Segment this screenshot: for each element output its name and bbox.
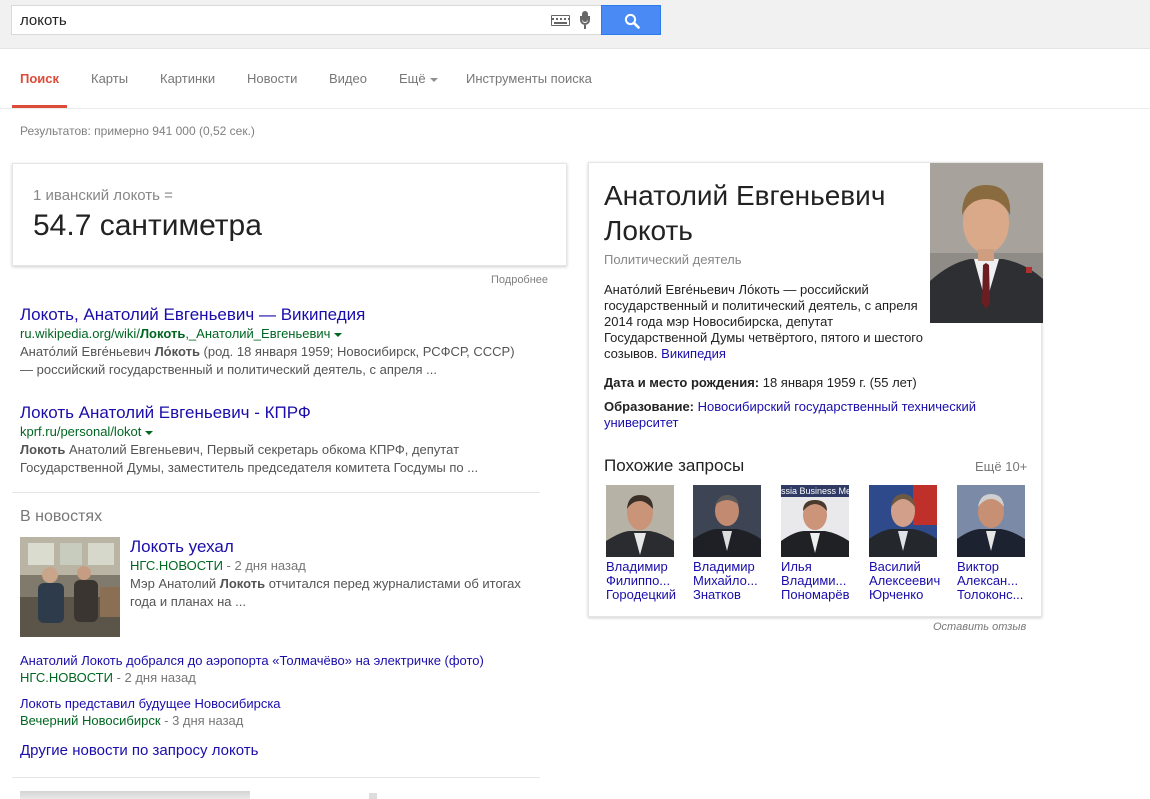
result-url[interactable]: ru.wikipedia.org/wiki/Локоть,_Анатолий_Е… <box>20 325 540 343</box>
news-item-time: - 2 дня назад <box>112 670 196 685</box>
related-person[interactable]: Виктор Алексан... Толоконс... <box>957 485 1029 602</box>
tab-more-label: Ещё <box>399 71 426 86</box>
news-thumbnail[interactable] <box>20 537 120 637</box>
related-person[interactable]: ssia Business Mee Илья Владими... Пономарё… <box>781 485 853 602</box>
portrait-photo <box>930 163 1043 323</box>
kp-description: Анато́лий Евге́ньевич Ло́коть — российск… <box>604 282 923 361</box>
news-item-link[interactable]: Анатолий Локоть добрался до аэропорта «Т… <box>20 653 484 668</box>
related-person-name: Владимир Филиппо... Городецкий <box>606 560 677 602</box>
kp-portrait-image[interactable] <box>930 163 1043 323</box>
microphone-icon[interactable] <box>580 11 590 30</box>
news-heading: В новостях <box>20 508 103 525</box>
kp-fact-education: Образование: Новосибирский государственн… <box>604 399 976 430</box>
knowledge-panel: Анатолий Евгеньевич Локоть Политический д… <box>588 162 1043 617</box>
active-tab-indicator <box>12 105 67 108</box>
related-person-photo: ssia Business Mee <box>781 485 849 557</box>
related-person-name: Виктор Алексан... Толоконс... <box>957 560 1024 602</box>
tab-images[interactable]: Картинки <box>160 71 215 86</box>
result-stats: Результатов: примерно 941 000 (0,52 сек.… <box>20 124 255 138</box>
news-photo-image <box>20 537 120 637</box>
news-item-source: НГС.НОВОСТИ <box>20 670 113 685</box>
tab-maps[interactable]: Карты <box>91 71 128 86</box>
related-person-photo <box>957 485 1025 557</box>
clipped-content <box>369 793 377 799</box>
news-title-link[interactable]: Локоть уехал <box>130 537 540 557</box>
wikipedia-link[interactable]: Википедия <box>661 346 726 361</box>
news-item: Анатолий Локоть добрался до аэропорта «Т… <box>20 652 484 686</box>
tab-search-tools[interactable]: Инструменты поиска <box>466 71 592 86</box>
top-bar <box>0 0 1150 49</box>
divider <box>12 492 540 493</box>
search-button[interactable] <box>601 5 661 35</box>
tab-video[interactable]: Видео <box>329 71 367 86</box>
search-box <box>11 5 601 35</box>
search-result: Локоть Анатолий Евгеньевич - КПРФ kprf.r… <box>20 403 540 477</box>
divider <box>12 777 540 778</box>
related-person-photo <box>606 485 674 557</box>
conversion-answer: 54.7 сантиметра <box>33 209 262 242</box>
news-main-item: Локоть уехал НГС.НОВОСТИ - 2 дня назад М… <box>130 537 540 611</box>
related-person-photo <box>693 485 761 557</box>
news-item-link[interactable]: Локоть представил будущее Новосибирска <box>20 696 281 711</box>
chevron-down-icon[interactable] <box>145 430 154 435</box>
news-item-source: Вечерний Новосибирск <box>20 713 161 728</box>
photo-banner-text: ssia Business Mee <box>781 486 849 496</box>
news-item: Локоть представил будущее Новосибирска В… <box>20 695 281 729</box>
related-person[interactable]: Василий Алексеевич Юрченко <box>869 485 941 602</box>
related-person-name: Василий Алексеевич Юрченко <box>869 560 941 602</box>
kp-fact-birth: Дата и место рождения: 18 января 1959 г.… <box>604 375 917 390</box>
search-icon <box>624 13 640 29</box>
related-person[interactable]: Владимир Михайло... Знатков <box>693 485 765 602</box>
tab-search[interactable]: Поиск <box>20 71 59 86</box>
keyboard-icon[interactable] <box>551 15 570 26</box>
news-item-time: - 3 дня назад <box>160 713 244 728</box>
tab-news[interactable]: Новости <box>247 71 297 86</box>
tab-more[interactable]: Ещё <box>399 71 438 86</box>
chevron-down-icon <box>429 77 438 82</box>
result-snippet: Локоть Анатолий Евгеньевич, Первый секре… <box>20 442 479 475</box>
chevron-down-icon[interactable] <box>334 332 343 337</box>
related-person[interactable]: Владимир Филиппо... Городецкий <box>606 485 678 602</box>
related-person-name: Владимир Михайло... Знатков <box>693 560 758 602</box>
result-title-link[interactable]: Локоть, Анатолий Евгеньевич — Википедия <box>20 305 540 325</box>
search-result: Локоть, Анатолий Евгеньевич — Википедия … <box>20 305 540 379</box>
related-person-photo <box>869 485 937 557</box>
news-source: НГС.НОВОСТИ - 2 дня назад <box>130 558 306 573</box>
result-url[interactable]: kprf.ru/personal/lokot <box>20 423 540 441</box>
result-title-link[interactable]: Локоть Анатолий Евгеньевич - КПРФ <box>20 403 540 423</box>
clipped-content <box>20 791 250 799</box>
unit-conversion-card: 1 иванский локоть = 54.7 сантиметра <box>12 163 567 266</box>
kp-subtitle: Политический деятель <box>604 252 742 267</box>
search-tabs: Поиск Карты Картинки Новости Видео Ещё И… <box>0 49 1150 109</box>
more-info-link[interactable]: Подробнее <box>491 274 548 286</box>
feedback-link[interactable]: Оставить отзыв <box>933 621 1026 633</box>
related-person-name: Илья Владими... Пономарёв <box>781 560 850 602</box>
related-more-link[interactable]: Ещё 10+ <box>975 459 1027 474</box>
related-heading: Похожие запросы <box>604 456 745 475</box>
conversion-question: 1 иванский локоть = <box>33 187 173 204</box>
search-input[interactable] <box>20 6 540 34</box>
more-news-link[interactable]: Другие новости по запросу локоть <box>20 742 258 759</box>
result-snippet: Анато́лий Евге́ньевич Ло́коть (род. 18 я… <box>20 344 515 377</box>
news-snippet: Мэр Анатолий Локоть отчитался перед журн… <box>130 576 521 609</box>
kp-title: Анатолий Евгеньевич Локоть <box>604 180 886 246</box>
